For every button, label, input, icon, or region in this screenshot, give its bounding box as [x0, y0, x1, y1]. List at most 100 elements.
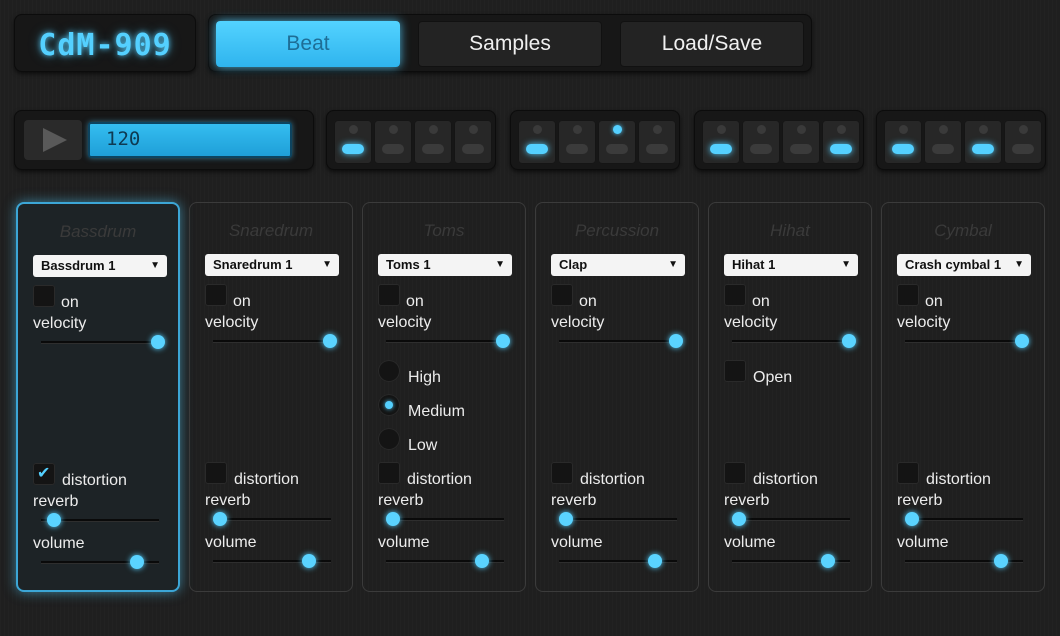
step-led [422, 144, 444, 154]
reverb-slider-handle[interactable] [213, 512, 227, 526]
velocity-label: velocity [33, 315, 87, 332]
distortion-label: distortion [62, 472, 127, 489]
chevron-down-icon: ▼ [841, 259, 851, 270]
tab-beat[interactable]: Beat [216, 21, 400, 67]
step-button[interactable] [558, 120, 596, 164]
on-label: on [752, 293, 770, 310]
playhead-indicator [939, 125, 948, 134]
velocity-slider-track[interactable] [386, 340, 504, 342]
volume-slider-handle[interactable] [302, 554, 316, 568]
step-group-3 [694, 110, 864, 170]
checkmark-icon: ✔ [37, 465, 51, 482]
reverb-slider-track[interactable] [213, 518, 331, 520]
distortion-checkbox[interactable] [551, 462, 573, 484]
step-button[interactable] [924, 120, 962, 164]
instrument-panel-percussion[interactable]: Percussion Clap ▼ on velocity distortion rever… [535, 202, 699, 592]
velocity-slider-track[interactable] [559, 340, 677, 342]
on-checkbox[interactable] [33, 285, 55, 307]
step-button[interactable] [822, 120, 860, 164]
step-led [382, 144, 404, 154]
velocity-slider-handle[interactable] [842, 334, 856, 348]
volume-slider-handle[interactable] [994, 554, 1008, 568]
reverb-slider-handle[interactable] [47, 513, 61, 527]
instrument-panel-bassdrum[interactable]: Bassdrum Bassdrum 1 ▼ on velocity ✔ distortion… [16, 202, 180, 592]
on-label: on [406, 293, 424, 310]
velocity-slider-handle[interactable] [669, 334, 683, 348]
step-button[interactable] [742, 120, 780, 164]
pitch-radio-low[interactable] [378, 428, 400, 450]
volume-slider-handle[interactable] [821, 554, 835, 568]
distortion-checkbox[interactable] [205, 462, 227, 484]
step-button[interactable] [884, 120, 922, 164]
step-button[interactable] [782, 120, 820, 164]
step-button[interactable] [638, 120, 676, 164]
volume-slider-handle[interactable] [648, 554, 662, 568]
distortion-checkbox[interactable] [378, 462, 400, 484]
step-button[interactable] [1004, 120, 1042, 164]
open-checkbox[interactable] [724, 360, 746, 382]
on-checkbox[interactable] [551, 284, 573, 306]
reverb-slider-track[interactable] [386, 518, 504, 520]
velocity-slider-track[interactable] [905, 340, 1023, 342]
reverb-slider-track[interactable] [905, 518, 1023, 520]
logo-panel: CdM-909 [14, 14, 196, 72]
instrument-panel-hihat[interactable]: Hihat Hihat 1 ▼ on velocity Open distortion rev… [708, 202, 872, 592]
instrument-panel-snaredrum[interactable]: Snaredrum Snaredrum 1 ▼ on velocity distortio… [189, 202, 353, 592]
step-button[interactable] [964, 120, 1002, 164]
sample-select[interactable]: Crash cymbal 1 ▼ [897, 254, 1031, 276]
step-button[interactable] [374, 120, 412, 164]
reverb-slider-handle[interactable] [905, 512, 919, 526]
sample-select[interactable]: Toms 1 ▼ [378, 254, 512, 276]
sample-select-value: Clap [559, 257, 588, 272]
instrument-panel-toms[interactable]: Toms Toms 1 ▼ on velocity High Medium Low distor… [362, 202, 526, 592]
sample-select[interactable]: Hihat 1 ▼ [724, 254, 858, 276]
velocity-slider-handle[interactable] [496, 334, 510, 348]
reverb-slider-handle[interactable] [559, 512, 573, 526]
step-button[interactable] [454, 120, 492, 164]
step-button[interactable] [414, 120, 452, 164]
sample-select[interactable]: Clap ▼ [551, 254, 685, 276]
pitch-radio-high[interactable] [378, 360, 400, 382]
distortion-checkbox[interactable]: ✔ [33, 463, 55, 485]
instrument-panel-cymbal[interactable]: Cymbal Crash cymbal 1 ▼ on velocity distortio… [881, 202, 1045, 592]
tab-load-save[interactable]: Load/Save [620, 21, 804, 67]
reverb-slider-handle[interactable] [732, 512, 746, 526]
volume-slider-handle[interactable] [475, 554, 489, 568]
reverb-slider-track[interactable] [559, 518, 677, 520]
step-led [462, 144, 484, 154]
distortion-label: distortion [234, 471, 299, 488]
sample-select[interactable]: Bassdrum 1 ▼ [33, 255, 167, 277]
pitch-radio-medium[interactable] [378, 394, 400, 416]
volume-label: volume [378, 534, 430, 551]
velocity-slider-handle[interactable] [1015, 334, 1029, 348]
step-button[interactable] [518, 120, 556, 164]
step-button[interactable] [598, 120, 636, 164]
pitch-label-medium: Medium [408, 403, 465, 420]
velocity-slider-handle[interactable] [151, 335, 165, 349]
playhead-indicator [757, 125, 766, 134]
step-led [830, 144, 852, 154]
step-button[interactable] [334, 120, 372, 164]
playhead-indicator [979, 125, 988, 134]
on-checkbox[interactable] [897, 284, 919, 306]
tempo-display[interactable]: 120 [88, 122, 292, 158]
tab-samples[interactable]: Samples [418, 21, 602, 67]
velocity-slider-track[interactable] [213, 340, 331, 342]
distortion-checkbox[interactable] [897, 462, 919, 484]
velocity-slider-handle[interactable] [323, 334, 337, 348]
reverb-slider-track[interactable] [732, 518, 850, 520]
on-checkbox[interactable] [378, 284, 400, 306]
reverb-slider-handle[interactable] [386, 512, 400, 526]
velocity-slider-track[interactable] [41, 341, 159, 343]
step-button[interactable] [702, 120, 740, 164]
sample-select[interactable]: Snaredrum 1 ▼ [205, 254, 339, 276]
playhead-indicator [349, 125, 358, 134]
distortion-checkbox[interactable] [724, 462, 746, 484]
play-button[interactable] [24, 120, 82, 160]
on-checkbox[interactable] [205, 284, 227, 306]
on-checkbox[interactable] [724, 284, 746, 306]
velocity-label: velocity [897, 314, 951, 331]
volume-slider-handle[interactable] [130, 555, 144, 569]
velocity-slider-track[interactable] [732, 340, 850, 342]
playhead-indicator [899, 125, 908, 134]
